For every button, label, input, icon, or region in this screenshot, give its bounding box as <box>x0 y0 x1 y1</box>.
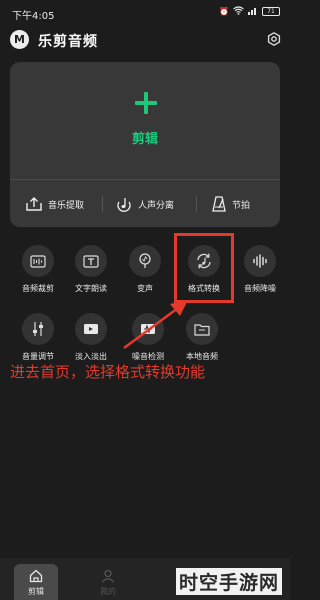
status-icons: ⏰ 71 <box>219 6 280 17</box>
battery-level: 71 <box>267 8 275 15</box>
home-icon <box>29 569 43 583</box>
crop-audio-icon <box>22 245 54 277</box>
tool-label: 文字朗读 <box>75 284 107 293</box>
app-title: 乐剪音频 <box>38 34 98 50</box>
edit-card[interactable]: 剪辑 音乐提取 人声分离 节拍 <box>10 62 280 227</box>
music-extract-button[interactable]: 音乐提取 <box>26 190 84 218</box>
nav-home-label: 剪辑 <box>28 587 44 596</box>
signal-icon <box>248 6 258 17</box>
status-time: 下午4:05 <box>12 11 55 22</box>
annotation-text: 进去首页，选择格式转换功能 <box>10 363 206 381</box>
edit-label: 剪辑 <box>131 132 158 147</box>
waveform-icon <box>244 245 276 277</box>
mic-icon <box>129 245 161 277</box>
wifi-icon <box>233 6 244 17</box>
vocal-separate-button[interactable]: 人声分离 <box>116 190 174 218</box>
tool-text-read[interactable]: 文字朗读 <box>63 245 119 294</box>
battery-icon: 71 <box>262 7 280 16</box>
tool-volume-adjust[interactable]: 音量调节 <box>10 313 66 362</box>
tool-voice-change[interactable]: 变声 <box>117 245 173 294</box>
sub-separator <box>196 196 197 212</box>
music-extract-label: 音乐提取 <box>48 200 85 211</box>
app-logo: M <box>10 30 29 49</box>
nav-mine-button[interactable]: 我的 <box>86 564 130 600</box>
alarm-icon: ⏰ <box>219 7 229 16</box>
beat-button[interactable]: 节拍 <box>212 190 250 218</box>
tool-fade[interactable]: 淡入淡出 <box>63 313 119 362</box>
tool-label: 音频裁剪 <box>22 284 54 293</box>
user-icon <box>102 569 114 583</box>
watermark: 时空手游网 <box>175 568 282 595</box>
text-read-icon <box>75 245 107 277</box>
card-divider <box>10 179 280 180</box>
volume-slider-icon <box>22 313 54 345</box>
sub-separator <box>102 196 103 212</box>
beat-label: 节拍 <box>232 200 251 211</box>
tool-noise-reduce[interactable]: 音频降噪 <box>232 245 288 294</box>
arrow-icon <box>123 300 188 350</box>
metronome-icon <box>212 196 226 212</box>
plus-icon <box>135 92 157 114</box>
nav-mine-label: 我的 <box>100 587 116 596</box>
vocal-separate-label: 人声分离 <box>138 200 175 211</box>
tool-label: 音频降噪 <box>244 284 276 293</box>
logo-letter: M <box>14 33 25 46</box>
fade-icon <box>75 313 107 345</box>
settings-gear-icon[interactable] <box>267 31 281 47</box>
note-icon <box>117 198 131 212</box>
tool-audio-crop[interactable]: 音频裁剪 <box>10 245 66 294</box>
upload-icon <box>26 197 42 211</box>
nav-home-button[interactable]: 剪辑 <box>14 564 58 600</box>
